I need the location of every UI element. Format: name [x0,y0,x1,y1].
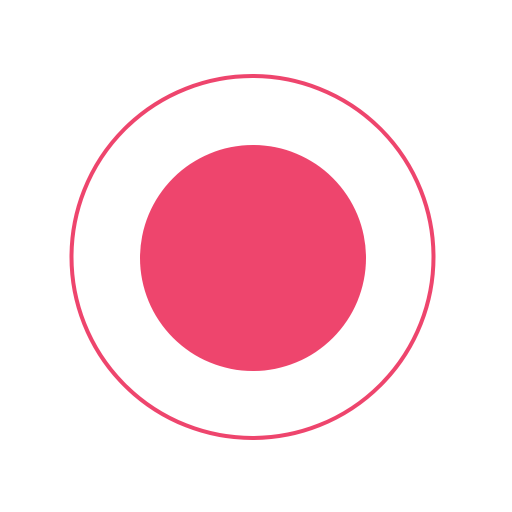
canvas [0,0,512,512]
record-button[interactable] [69,72,436,442]
record-icon-inner-dot [140,145,366,371]
record-icon [69,74,436,440]
